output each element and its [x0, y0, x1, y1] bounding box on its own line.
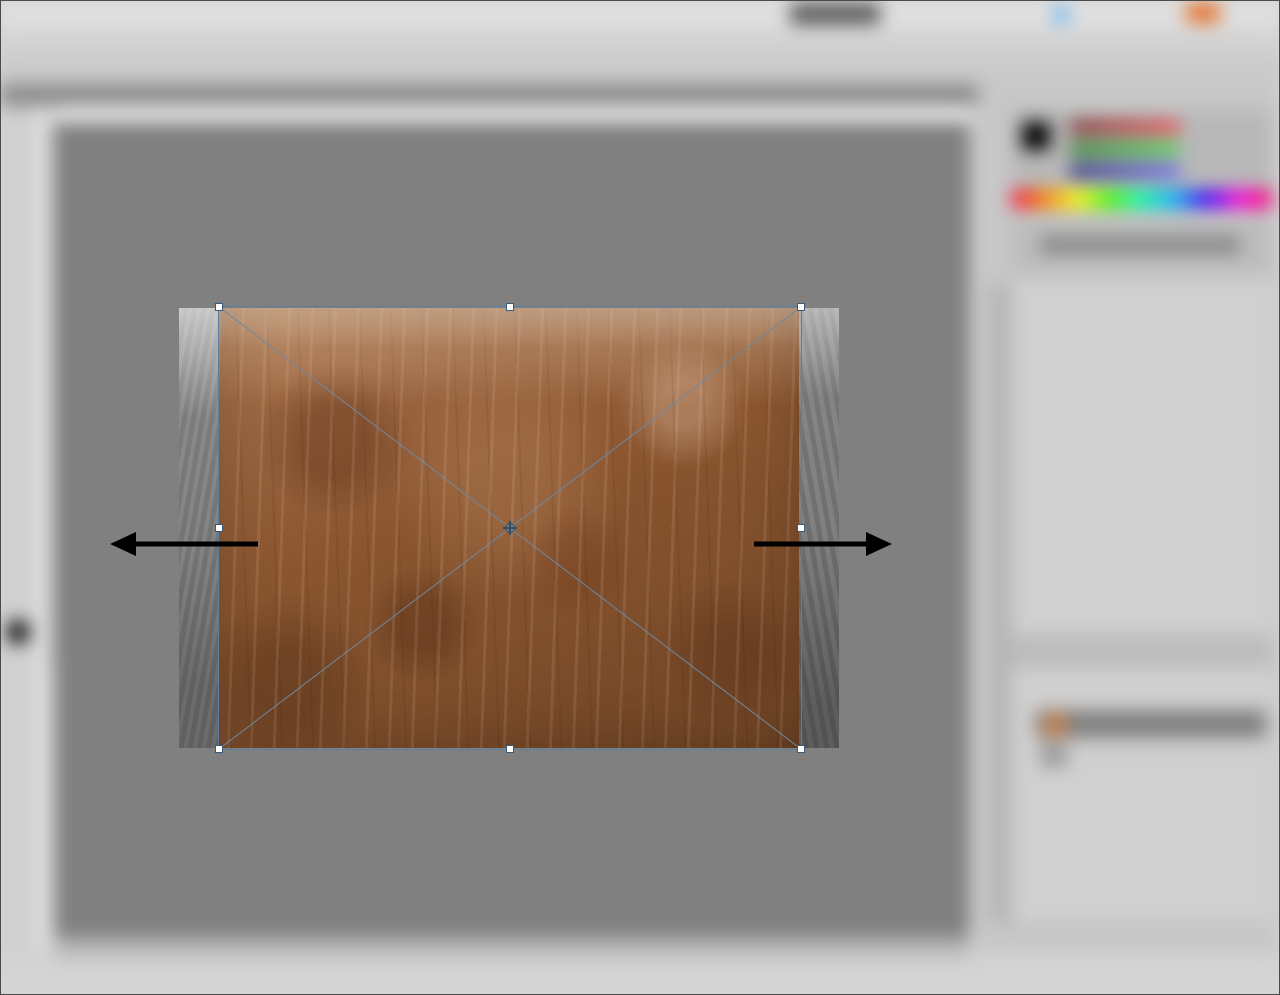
secondary-menu[interactable] [0, 30, 1280, 54]
layer-thumbnail-2[interactable] [1042, 744, 1066, 766]
transform-center-pivot[interactable] [503, 521, 517, 535]
image-region-right-desaturated [799, 308, 839, 748]
document-tab-bar[interactable] [0, 84, 980, 106]
transform-handle-bottom-right[interactable] [797, 745, 805, 753]
transform-handle-bottom-left[interactable] [215, 745, 223, 753]
layers-panel-header[interactable] [1012, 634, 1272, 668]
transform-handle-top-left[interactable] [215, 303, 223, 311]
layer-row-selected[interactable] [1036, 710, 1266, 738]
color-panel-foreground[interactable] [1022, 122, 1050, 150]
color-slider-r[interactable] [1070, 122, 1180, 132]
cs-live-icon[interactable] [1054, 8, 1068, 22]
free-transform-bounding-box[interactable] [218, 306, 802, 750]
layer-row-background[interactable] [1036, 742, 1266, 766]
options-bar[interactable] [0, 54, 1280, 84]
tools-panel[interactable] [0, 84, 36, 954]
status-bar [54, 938, 970, 958]
transform-handle-top-middle[interactable] [506, 303, 514, 311]
color-spectrum-ramp[interactable] [1012, 190, 1272, 208]
color-slider-b[interactable] [1070, 166, 1180, 176]
layer-thumbnail-1[interactable] [1042, 712, 1068, 738]
menu-bar[interactable] [0, 0, 1280, 30]
window-close-button[interactable] [1186, 4, 1220, 22]
adjustments-panel[interactable] [1012, 280, 1272, 920]
transform-handle-top-right[interactable] [797, 303, 805, 311]
ruler-horizontal[interactable] [54, 106, 970, 122]
transform-handle-bottom-middle[interactable] [506, 745, 514, 753]
transform-handle-middle-right[interactable] [797, 524, 805, 532]
ruler-vertical[interactable] [36, 106, 50, 946]
image-region-left-desaturated [179, 308, 219, 748]
foreground-color-swatch[interactable] [6, 620, 30, 644]
swatches-row[interactable] [1040, 236, 1240, 254]
transform-handle-middle-left[interactable] [215, 524, 223, 532]
color-slider-g[interactable] [1070, 144, 1180, 154]
workspace-switcher[interactable] [790, 4, 880, 24]
